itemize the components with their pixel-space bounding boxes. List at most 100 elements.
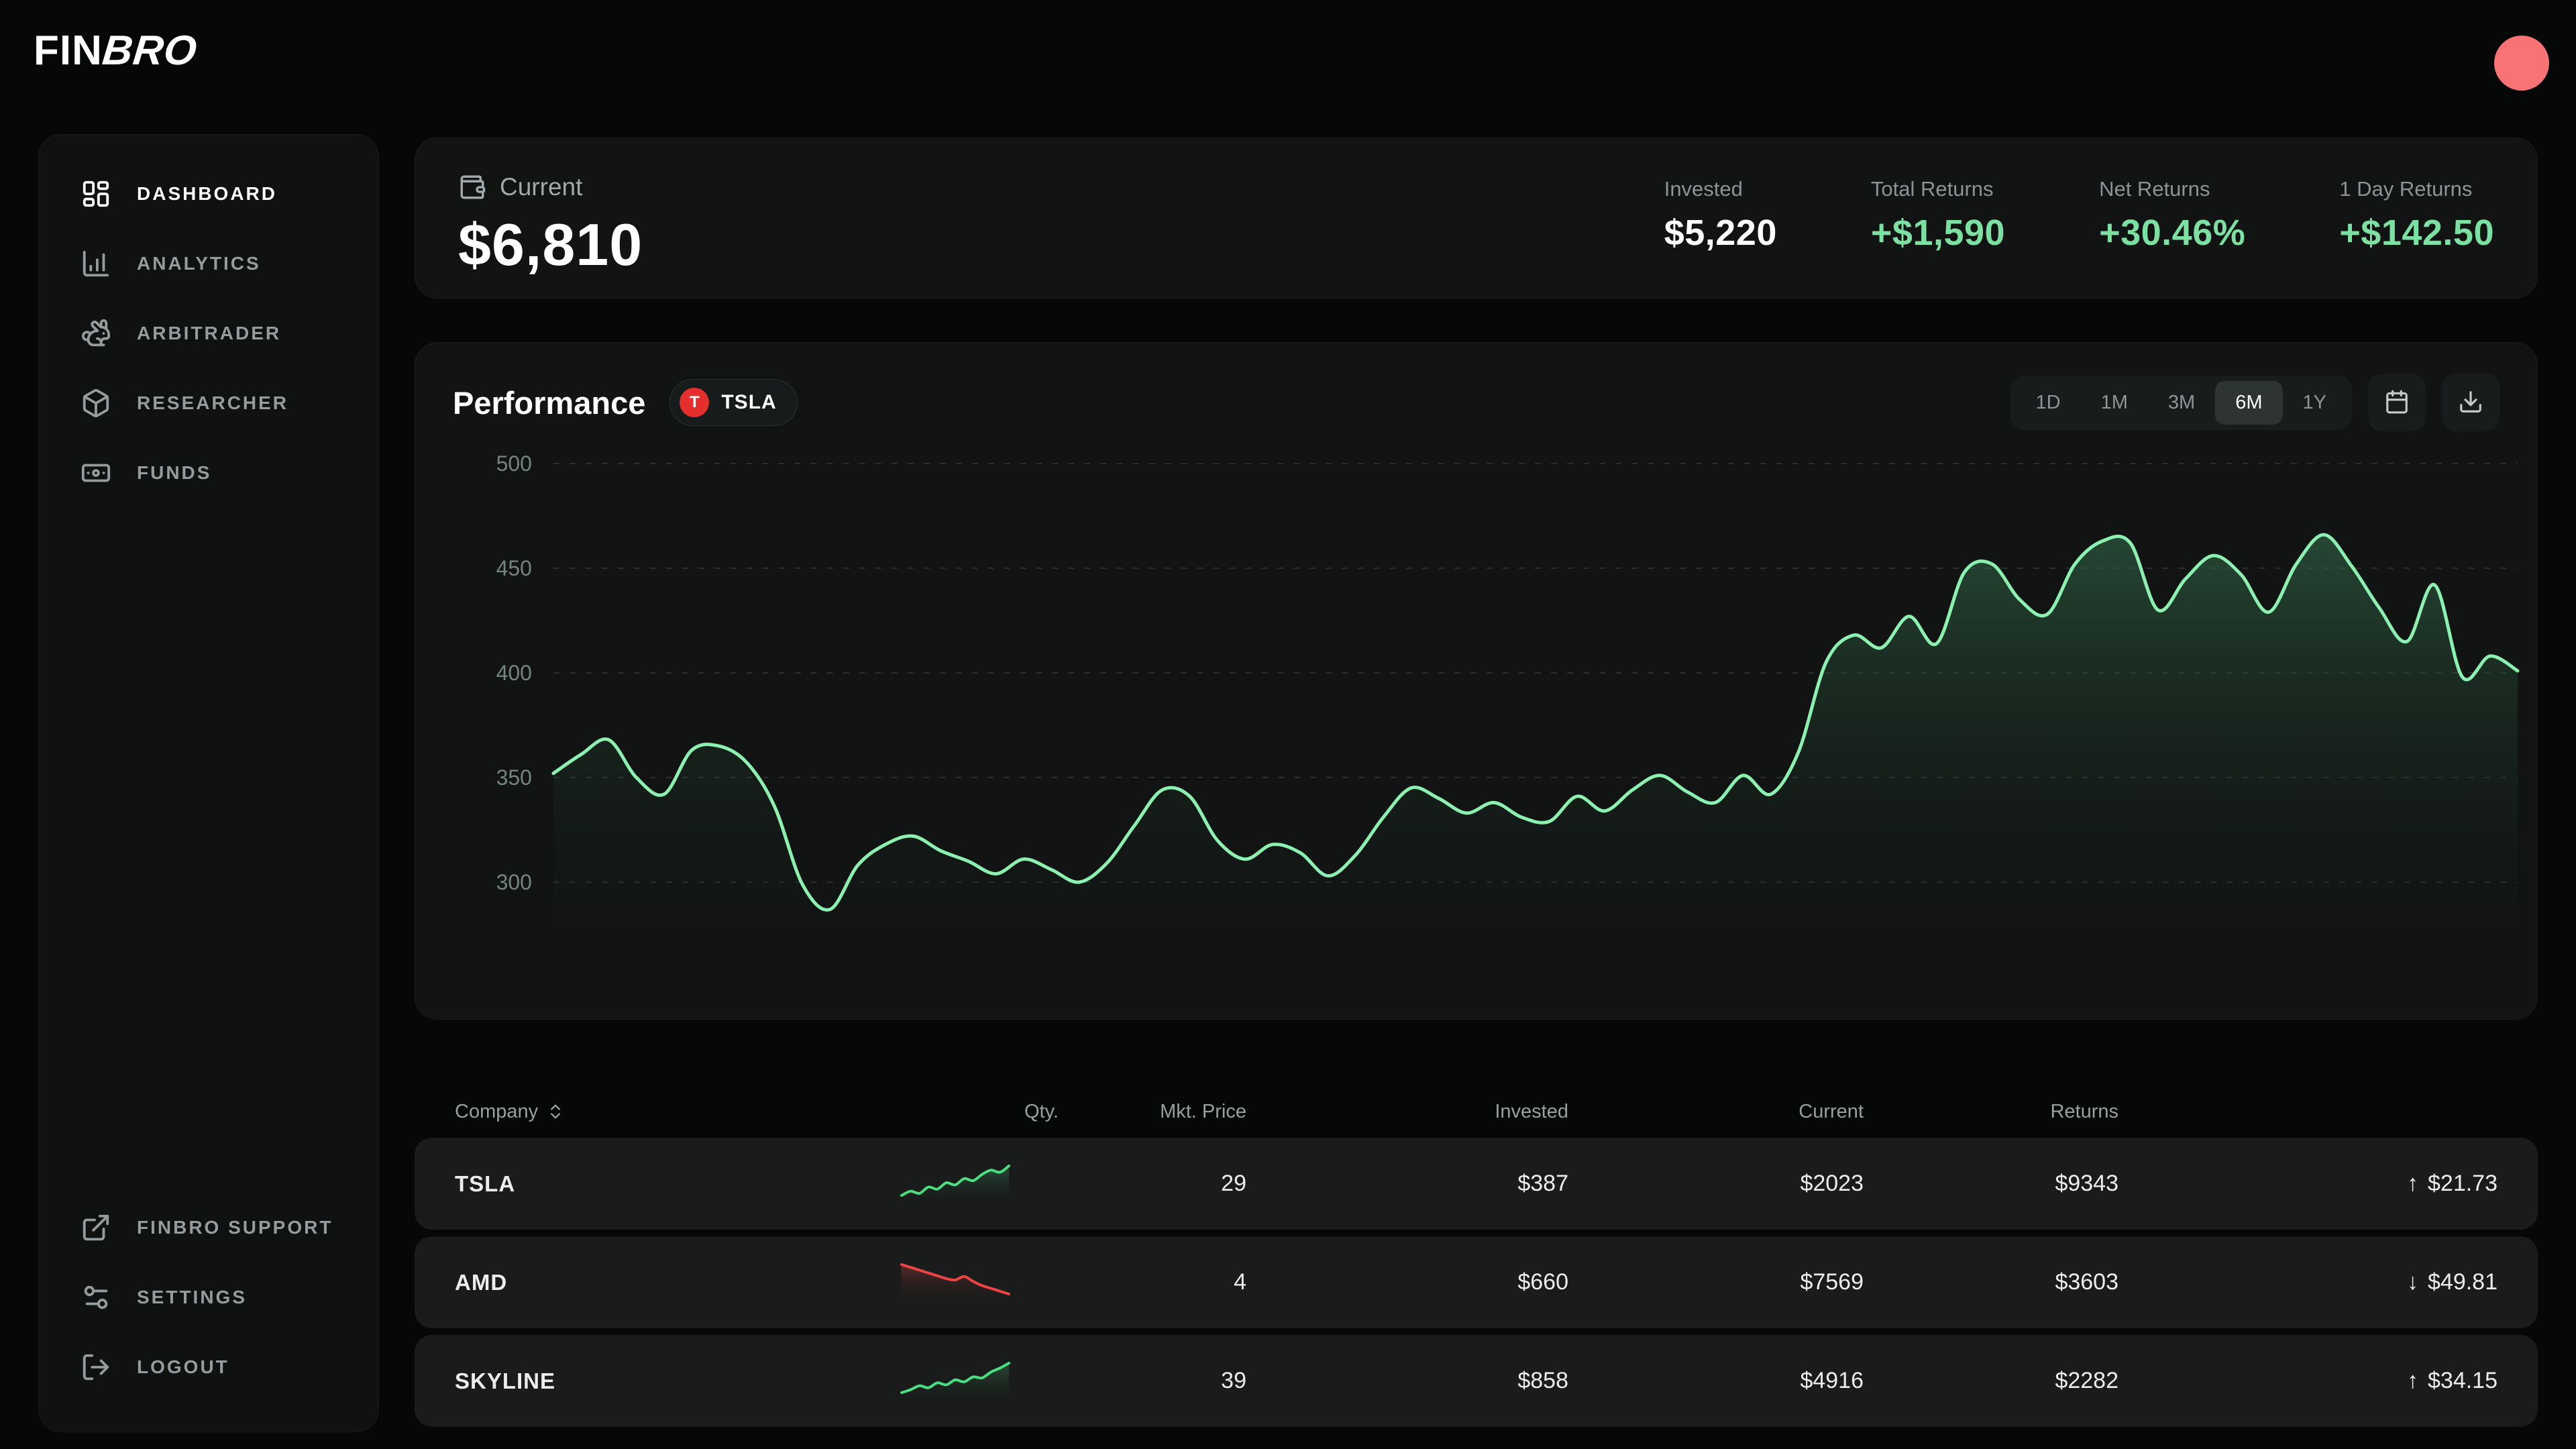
sidebar-item-label: FINBRO SUPPORT [137,1217,333,1238]
dashboard-icon [80,178,111,209]
mkt-price-value: $660 [1246,1269,1568,1295]
mkt-price-value: $387 [1246,1171,1568,1197]
cube-icon [80,388,111,419]
column-header-qty-: Qty. [898,1101,1059,1123]
analytics-icon [80,248,111,279]
external-link-icon [80,1212,111,1243]
sidebar: DASHBOARDANALYTICSARBITRADERRESEARCHERFU… [38,134,379,1432]
stat-label: 1 Day Returns [2339,177,2472,201]
returns-value: ↑ $34.15 [2118,1368,2498,1394]
logout-icon [80,1352,111,1383]
up-arrow-icon: ↑ [2407,1171,2418,1197]
invested-value: $4916 [1568,1368,1864,1394]
trend-sparkline [898,1259,1059,1306]
returns-amount: $21.73 [2428,1171,2498,1197]
calendar-button[interactable] [2368,374,2426,431]
current-balance-value: $6,810 [458,211,643,279]
range-button-3m[interactable]: 3M [2148,381,2215,425]
table-row-skyline[interactable]: SKYLINE 39$858$4916$2282 ↑ $34.15 [415,1335,2538,1427]
sidebar-item-label: SETTINGS [137,1287,247,1308]
range-button-1m[interactable]: 1M [2081,381,2148,425]
mkt-price-value: $858 [1246,1368,1568,1394]
column-header-label: Returns [2050,1101,2118,1123]
finbro-dashboard: FINBRO DASHBOARDANALYTICSARBITRADERRESEA… [0,0,2576,1449]
qty-value: 29 [1059,1171,1246,1197]
ticker-badge[interactable]: T TSLA [669,379,797,426]
sidebar-item-logout[interactable]: LOGOUT [39,1332,378,1402]
column-header-label: Current [1799,1101,1864,1123]
finbro-logo: FINBRO [34,27,197,74]
table-row-amd[interactable]: AMD4$660$7569$3603↓$49.81 [415,1236,2538,1328]
stat-value: +30.46% [2099,212,2245,254]
sidebar-spacer [39,508,378,1193]
invested-value: $2023 [1568,1171,1864,1197]
download-button[interactable] [2442,374,2500,431]
returns-value: ↑ $21.73 [2118,1171,2498,1197]
stat-net-returns: Net Returns +30.46% [2099,177,2245,254]
summary-card: Current $6,810 Invested $5,220 Total Retur… [415,138,2538,299]
banknote-icon [80,458,111,488]
stat-total-returns: Total Returns+$1,590 [1871,177,2005,254]
user-avatar[interactable] [2494,36,2549,91]
ticker-badge-dot: T [680,388,709,417]
range-button-1y[interactable]: 1Y [2283,381,2347,425]
company-name: TSLA [455,1171,898,1197]
stat-label: Net Returns [2099,177,2210,201]
column-header-current: Current [1568,1101,1864,1123]
wallet-icon [458,173,486,201]
rabbit-icon [80,318,111,349]
current-value: $9343 [1864,1171,2118,1197]
sidebar-item-analytics[interactable]: ANALYTICS [39,229,378,299]
top-bar: FINBRO [0,0,2576,127]
sidebar-item-support[interactable]: FINBRO SUPPORT [39,1193,378,1263]
stat-value: +$142.50 [2339,212,2494,254]
current-label: Current [500,173,582,201]
summary-stats: Invested $5,220 Total Returns+$1,590 Net Re… [1664,177,2494,254]
table-row-tsla[interactable]: TSLA 29$387$2023$9343 ↑ $21.73 [415,1138,2538,1230]
sort-icon [546,1102,565,1121]
settings-icon [80,1282,111,1313]
sidebar-item-researcher[interactable]: RESEARCHER [39,368,378,438]
column-header-returns: Returns [1864,1101,2118,1123]
stat-value: $5,220 [1664,212,1777,254]
invested-value: $7569 [1568,1269,1864,1295]
svg-text:300: 300 [496,870,532,894]
returns-amount: $49.81 [2428,1269,2498,1295]
holdings-table: CompanyQty.Mkt. PriceInvestedCurrentRetu… [415,1085,2538,1434]
table-body: TSLA 29$387$2023$9343 ↑ $21.73 AMD4$660$7569… [415,1138,2538,1427]
returns-value: ↓$49.81 [2118,1269,2498,1295]
company-name: SKYLINE [455,1368,898,1394]
company-name: AMD [455,1270,898,1295]
performance-chart[interactable]: 500450400350300 [453,437,2522,994]
performance-header: Performance T TSLA 1D1M3M6M1Y [453,372,2500,433]
current-balance-block: Current $6,810 [458,173,643,279]
range-selector: 1D1M3M6M1Y [2010,376,2352,430]
logo-text-fin: FIN [34,28,103,74]
column-header-label: Qty. [1024,1101,1059,1123]
column-header-mkt-price: Mkt. Price [1059,1101,1246,1123]
stat-label: Total Returns [1871,177,1994,201]
download-icon [2458,389,2483,417]
stat-label: Invested [1664,177,1743,201]
current-value: $3603 [1864,1269,2118,1295]
range-button-6m[interactable]: 6M [2215,381,2282,425]
svg-text:450: 450 [496,556,532,580]
svg-text:350: 350 [496,765,532,790]
sidebar-item-arbitrader[interactable]: ARBITRADER [39,299,378,368]
current-value: $2282 [1864,1368,2118,1394]
sidebar-item-settings[interactable]: SETTINGS [39,1263,378,1332]
performance-card: Performance T TSLA 1D1M3M6M1Y 5004504003… [415,342,2538,1020]
range-button-1d[interactable]: 1D [2016,381,2081,425]
chart-controls: 1D1M3M6M1Y [2010,374,2500,431]
returns-amount: $34.15 [2428,1368,2498,1394]
stat-invested: Invested $5,220 [1664,177,1777,254]
sidebar-item-dashboard[interactable]: DASHBOARD [39,159,378,229]
column-header-company[interactable]: Company [455,1101,898,1123]
column-header-label: Company [455,1101,538,1123]
table-header-row: CompanyQty.Mkt. PriceInvestedCurrentRetu… [415,1085,2538,1138]
logo-text-bro: BRO [100,27,199,74]
stat-1-day-returns: 1 Day Returns +$142.50 [2339,177,2494,254]
sidebar-item-funds[interactable]: FUNDS [39,438,378,508]
up-arrow-icon: ↑ [2407,1368,2418,1394]
qty-value: 39 [1059,1368,1246,1394]
